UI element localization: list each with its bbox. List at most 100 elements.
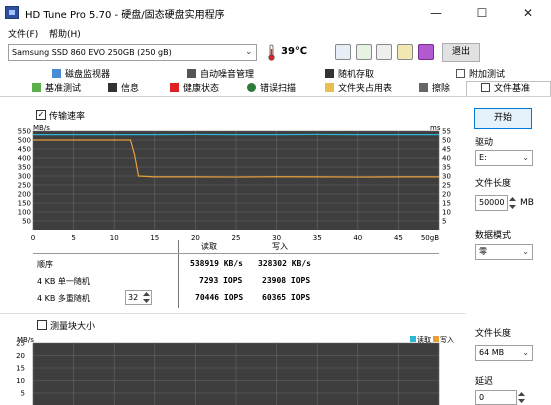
- close-button[interactable]: ✕: [505, 0, 551, 26]
- y-axis-unit-left: MB/s: [33, 124, 50, 132]
- file-length-unit: MB: [520, 198, 534, 208]
- y2-tick-label: 25: [442, 182, 451, 190]
- delay-stepper[interactable]: [517, 391, 526, 404]
- delay-label: 延迟: [475, 377, 494, 387]
- block-size-chart: 252015105 MB/s 读取 写入: [16, 335, 454, 405]
- health-icon: [170, 83, 179, 92]
- legend-write: 写入: [440, 336, 454, 344]
- transfer-rate-checkbox[interactable]: ✓: [36, 110, 46, 120]
- table-header-line: [33, 253, 439, 254]
- tab-erase[interactable]: 擦除: [419, 82, 450, 97]
- y-tick-label: 20: [16, 352, 25, 360]
- info-icon: [108, 83, 117, 92]
- menu-help[interactable]: 帮助(H): [49, 27, 81, 40]
- y2-tick-label: 10: [442, 209, 451, 217]
- benchmark-icon: [32, 83, 41, 92]
- y2-tick-label: 35: [442, 164, 451, 172]
- x-tick-label: 35: [313, 234, 322, 242]
- y-tick-label: 400: [18, 155, 31, 163]
- x-tick-label: 0: [31, 234, 35, 242]
- y-tick-label: 500: [18, 137, 31, 145]
- legend-read: 读取: [417, 335, 431, 344]
- tab-random-access[interactable]: 随机存取: [325, 68, 374, 83]
- row-4k-multi-read: 70446 IOPS: [195, 293, 244, 302]
- y-tick-label: 50: [22, 218, 31, 226]
- row-4k-multi-write: 60365 IOPS: [262, 293, 311, 302]
- y-tick-label: 350: [18, 164, 31, 172]
- menu-file[interactable]: 文件(F): [8, 27, 38, 40]
- tab-disk-monitor[interactable]: 磁盘监视器: [52, 68, 110, 83]
- minimize-button[interactable]: —: [413, 0, 459, 26]
- data-mode-label: 数据模式: [475, 231, 512, 241]
- y2-tick-label: 20: [442, 191, 451, 199]
- tab-aam[interactable]: 自动噪音管理: [187, 68, 254, 83]
- tab-info[interactable]: 信息: [108, 82, 139, 97]
- tab-benchmark-main[interactable]: 基准测试: [32, 82, 81, 97]
- thermometer-icon: [268, 44, 275, 61]
- queue-depth-stepper[interactable]: [142, 291, 151, 304]
- row-sequential-write: 328302 KB/s: [258, 259, 311, 268]
- data-mode-select[interactable]: 零 ⌄: [475, 244, 533, 260]
- copy-info-icon[interactable]: [356, 44, 372, 60]
- chevron-down-icon: ⌄: [522, 153, 529, 162]
- window-title: HD Tune Pro 5.70 - 硬盘/固态硬盘实用程序: [25, 10, 225, 21]
- y2-tick-label: 30: [442, 173, 451, 181]
- copy-icon[interactable]: [335, 44, 351, 60]
- extra-tests-icon: [456, 69, 465, 78]
- drive-select[interactable]: Samsung SSD 860 EVO 250GB (250 gB): [8, 44, 257, 61]
- maximize-button[interactable]: ☐: [459, 0, 505, 26]
- file-length-stepper[interactable]: [508, 196, 517, 210]
- legend-read-swatch: [410, 336, 416, 342]
- disk-monitor-icon: [52, 69, 61, 78]
- drive-label: 驱动: [475, 138, 494, 148]
- x-tick-label: 20: [191, 234, 200, 242]
- row-sequential-read: 538919 KB/s: [190, 259, 243, 268]
- block-size-checkbox[interactable]: [37, 320, 47, 330]
- y2-tick-label: 5: [442, 218, 446, 226]
- exit-button[interactable]: 退出: [442, 43, 480, 62]
- start-button[interactable]: 开始: [474, 108, 532, 129]
- download-icon[interactable]: [418, 44, 434, 60]
- chevron-down-icon[interactable]: ⌄: [245, 44, 253, 61]
- y-tick-label: 300: [18, 173, 31, 181]
- y2-tick-label: 15: [442, 200, 451, 208]
- error-scan-icon: [247, 83, 256, 92]
- table-divider: [178, 240, 179, 308]
- tab-folder-usage[interactable]: 文件夹占用表: [325, 82, 392, 97]
- chevron-down-icon: ⌄: [522, 247, 529, 256]
- y2-tick-label: 50: [442, 137, 451, 145]
- file-length-label: 文件长度: [475, 179, 512, 189]
- tab-error-scan[interactable]: 错误扫描: [247, 82, 296, 97]
- temperature-readout: 39℃: [281, 46, 308, 57]
- app-icon: [5, 6, 19, 19]
- row-4k-single-label: 4 KB 单一随机: [37, 277, 90, 286]
- y-tick-label: 550: [18, 128, 31, 136]
- x-tick-label: 10: [110, 234, 119, 242]
- options-icon[interactable]: [397, 44, 413, 60]
- x-tick-label: 15: [150, 234, 159, 242]
- y2-tick-label: 45: [442, 146, 451, 154]
- row-4k-single-write: 23908 IOPS: [262, 276, 311, 285]
- col-write-header: 写入: [272, 242, 288, 251]
- random-access-icon: [325, 69, 334, 78]
- block-file-length-select[interactable]: 64 MB ⌄: [475, 345, 533, 361]
- file-benchmark-icon: [481, 83, 490, 92]
- screenshot-icon[interactable]: [376, 44, 392, 60]
- tab-file-benchmark[interactable]: 文件基准: [466, 81, 551, 96]
- x-tick-label: 40: [353, 234, 362, 242]
- tab-health[interactable]: 健康状态: [170, 82, 219, 97]
- block-y-axis-unit: MB/s: [17, 336, 34, 344]
- y-tick-label: 5: [21, 390, 25, 398]
- y-tick-label: 150: [18, 200, 31, 208]
- row-sequential-label: 顺序: [37, 260, 53, 269]
- folder-icon: [325, 83, 334, 92]
- delay-input[interactable]: 0: [475, 390, 517, 405]
- y-tick-label: 100: [18, 209, 31, 217]
- transfer-chart: 50 5100 10150 15200 20250 25300 30350 35400 4045…: [18, 124, 451, 242]
- file-length-input[interactable]: 50000: [475, 195, 508, 211]
- drive-letter-select[interactable]: E: ⌄: [475, 150, 533, 166]
- speaker-icon: [187, 69, 196, 78]
- erase-icon: [419, 83, 428, 92]
- y-tick-label: 15: [16, 365, 25, 373]
- y-tick-label: 10: [16, 377, 25, 385]
